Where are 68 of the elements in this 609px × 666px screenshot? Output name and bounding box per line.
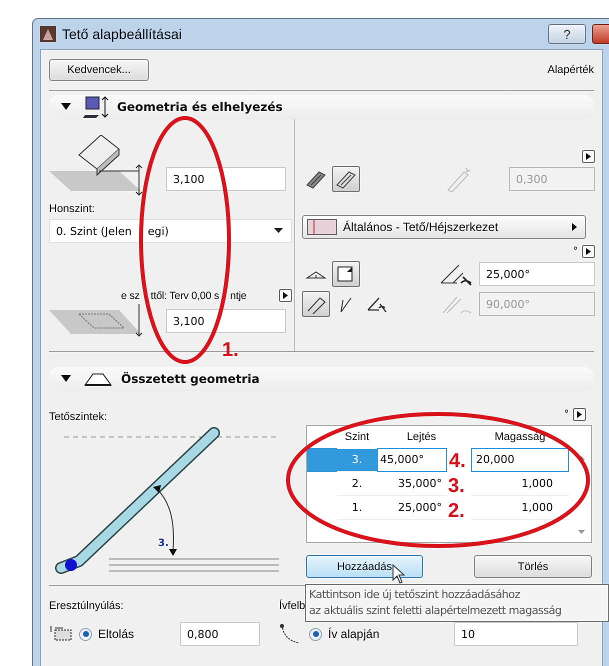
table-cell: 1,000 — [471, 472, 569, 496]
reference-level-label: e sz — [121, 290, 140, 302]
material-dropdown[interactable]: Általános - Tető/Héjszerkezet — [302, 215, 586, 239]
unit-mark: ° — [564, 408, 569, 420]
home-level-dropdown[interactable]: 0. Szint (Jelen egi) — [49, 219, 292, 243]
column-header: Magasság — [494, 431, 546, 443]
table-cell[interactable]: 2. — [337, 472, 377, 496]
window-title: Tető alapbeállításai — [62, 26, 182, 42]
edge-toggle[interactable] — [302, 291, 330, 317]
table-cell[interactable]: 1. — [337, 496, 377, 520]
roof-icon — [83, 371, 113, 387]
table-cell: 20,000 — [471, 448, 569, 472]
annotation-number: 4. — [449, 451, 466, 471]
favorites-button[interactable]: Kedvencek... — [49, 59, 149, 81]
bottom-height-field[interactable]: 3,100 — [166, 309, 286, 333]
pattern-swatch-icon — [307, 219, 337, 235]
defaults-label: Alapérték — [548, 64, 594, 76]
radio-button[interactable] — [309, 628, 322, 640]
arc-label: Ívfelb — [279, 600, 306, 612]
play-arrow-icon — [586, 152, 591, 160]
arrow-button[interactable] — [279, 289, 292, 302]
radio-button[interactable] — [79, 628, 92, 640]
arrow-button[interactable] — [573, 408, 586, 420]
unit-mark: ° — [573, 246, 578, 256]
table-cell: 25,000° — [377, 496, 447, 520]
table-cell: 45,000° — [377, 448, 447, 472]
arrow-icon — [572, 223, 577, 231]
delete-button[interactable]: Törlés — [474, 555, 592, 578]
option-label: Ív alapján — [328, 627, 380, 641]
annotation-number: 1. — [222, 340, 239, 360]
level-number-label: 3. — [158, 538, 169, 549]
arrow-button[interactable] — [582, 150, 595, 162]
play-arrow-icon — [577, 410, 582, 418]
play-arrow-icon — [586, 248, 591, 254]
roof-levels-label: Tetőszintek: — [49, 411, 108, 423]
table-cell: 35,000° — [377, 472, 447, 496]
arc-segments-field[interactable]: 10 — [454, 622, 578, 646]
add-button[interactable]: Hozzáadás — [306, 555, 423, 578]
caret-icon — [274, 228, 283, 234]
pitch-toggle[interactable] — [332, 261, 360, 287]
table-cell: 1,000 — [471, 496, 569, 520]
option-label: Eltolás — [98, 627, 136, 641]
reference-level-label: ttől: Terv 0,00 s — [150, 290, 220, 302]
expand-triangle-icon[interactable] — [61, 103, 71, 111]
app-icon — [40, 26, 56, 42]
eaves-offset-field[interactable]: 0,800 — [180, 622, 260, 646]
column-header: Szint — [344, 431, 370, 443]
column-header: Lejtés — [406, 431, 438, 443]
cube-icon — [83, 95, 109, 119]
slab-icon — [335, 169, 357, 189]
expand-triangle-icon[interactable] — [61, 375, 71, 383]
selection-bar — [307, 448, 337, 472]
arrow-button[interactable] — [582, 244, 595, 258]
section-header[interactable]: Geometria és elhelyezés — [49, 95, 594, 119]
tooltip-text: az aktuális szint feletti alapértelmezett magasság — [309, 603, 562, 619]
eaves-label: Eresztúlnyúlás: — [49, 600, 125, 612]
annotation-number: 3. — [448, 476, 465, 496]
help-button[interactable]: ? — [548, 24, 586, 44]
annotation-number: 2. — [448, 501, 465, 521]
pitch-field[interactable]: 25,000° — [479, 262, 595, 286]
section-header[interactable]: Összetett geometria — [49, 367, 594, 391]
reference-level-label: ntje — [230, 290, 246, 302]
top-height-field[interactable]: 3,100 — [166, 167, 286, 191]
slab-icon — [305, 169, 327, 189]
play-arrow-icon — [283, 292, 288, 299]
structure-toggle[interactable] — [332, 166, 360, 192]
home-level-label: Honszint: — [49, 203, 96, 215]
tooltip-text: Kattintson ide új tetőszint hozzáadásához — [309, 587, 521, 603]
